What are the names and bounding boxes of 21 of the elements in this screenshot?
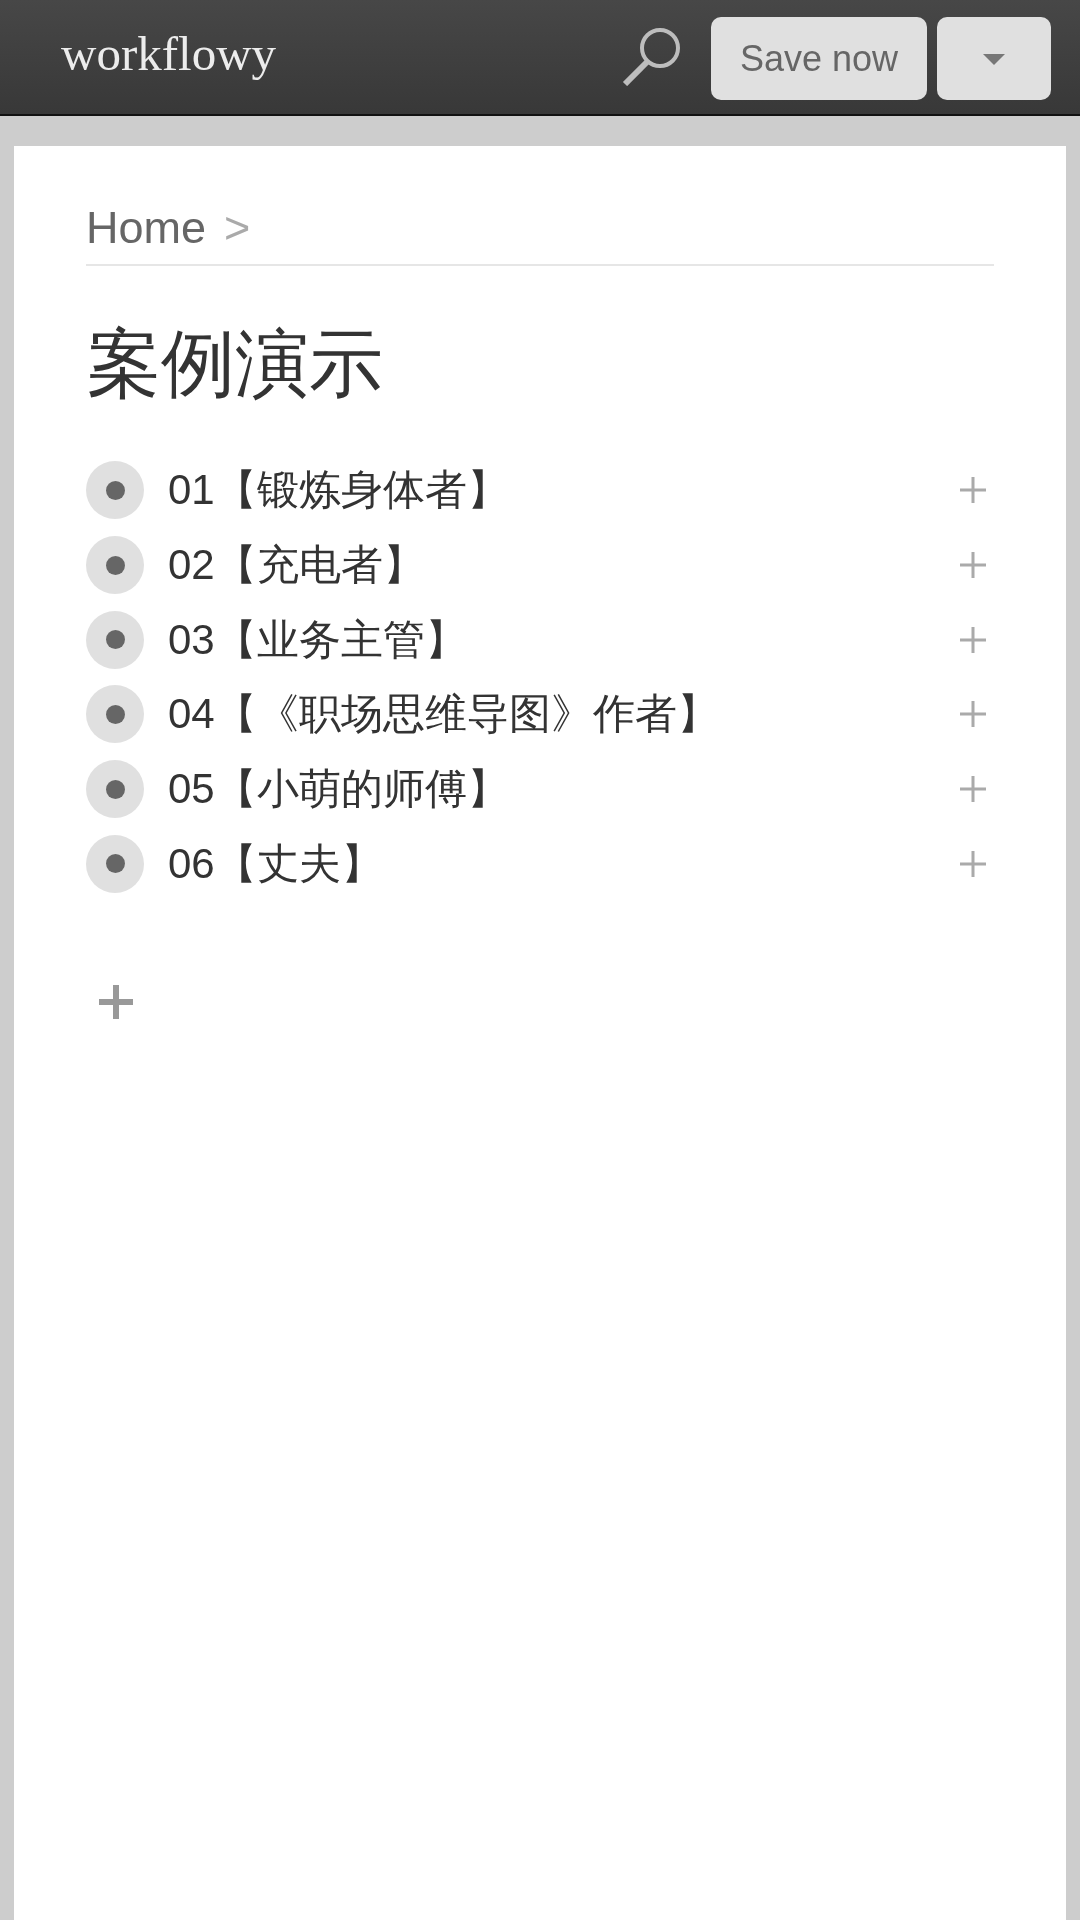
- breadcrumb-separator: >: [224, 201, 251, 255]
- plus-icon[interactable]: [960, 701, 986, 728]
- item-text: 04【《职场思维导图》作者】: [168, 689, 719, 740]
- page-title: 案例演示: [87, 321, 383, 407]
- caret-icon: [983, 54, 1005, 65]
- search-icon[interactable]: [622, 26, 682, 86]
- plus-icon[interactable]: [960, 776, 986, 803]
- item-text: 03【业务主管】: [168, 614, 467, 665]
- item-text: 01【锻炼身体者】: [168, 465, 509, 516]
- save-now-button[interactable]: Save now: [711, 17, 927, 100]
- plus-icon[interactable]: [960, 850, 986, 877]
- plus-icon[interactable]: [99, 985, 133, 1020]
- plus-icon[interactable]: [960, 552, 986, 579]
- breadcrumb-link[interactable]: Home: [86, 201, 207, 255]
- item-text: 02【充电者】: [168, 539, 425, 590]
- plus-icon[interactable]: [960, 626, 986, 653]
- item-text: 05【小萌的师傅】: [168, 763, 509, 814]
- item-text: 06【丈夫】: [168, 838, 383, 889]
- dropdown-button[interactable]: [937, 17, 1051, 100]
- app-logo: workflowy: [61, 27, 277, 81]
- plus-icon[interactable]: [960, 477, 986, 504]
